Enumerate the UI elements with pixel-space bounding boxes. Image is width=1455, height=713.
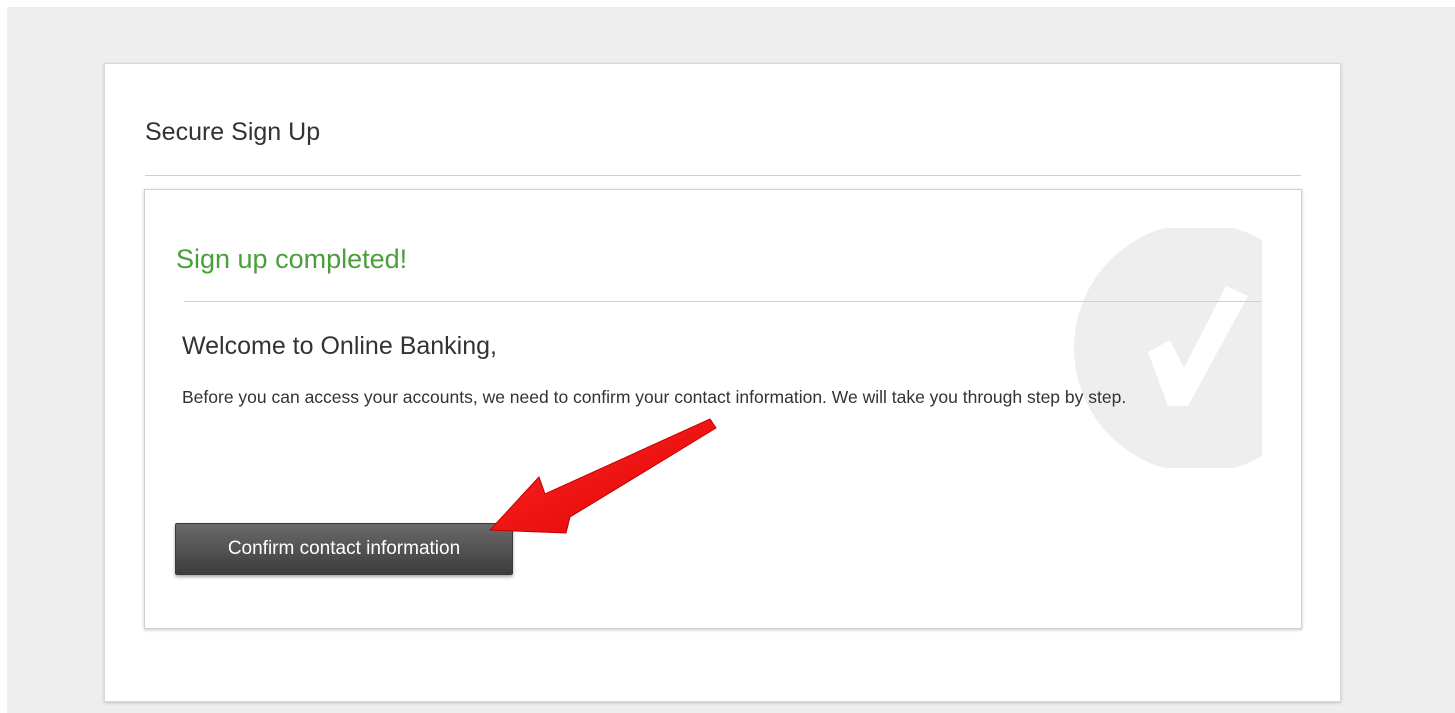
page: Secure Sign Up Sign up completed! Welcom… [0, 0, 1455, 713]
confirmation-message: Before you can access your accounts, we … [182, 387, 1127, 407]
success-heading: Sign up completed! [176, 244, 408, 274]
success-divider [184, 301, 1262, 302]
signup-panel: Secure Sign Up Sign up completed! Welcom… [104, 63, 1341, 702]
confirmation-card: Sign up completed! Welcome to Online Ban… [144, 189, 1302, 629]
title-divider [145, 175, 1301, 176]
checkmark-circle-icon [1072, 228, 1262, 468]
welcome-heading: Welcome to Online Banking, [182, 332, 497, 360]
confirm-contact-button[interactable]: Confirm contact information [175, 523, 513, 575]
page-title: Secure Sign Up [145, 118, 321, 146]
